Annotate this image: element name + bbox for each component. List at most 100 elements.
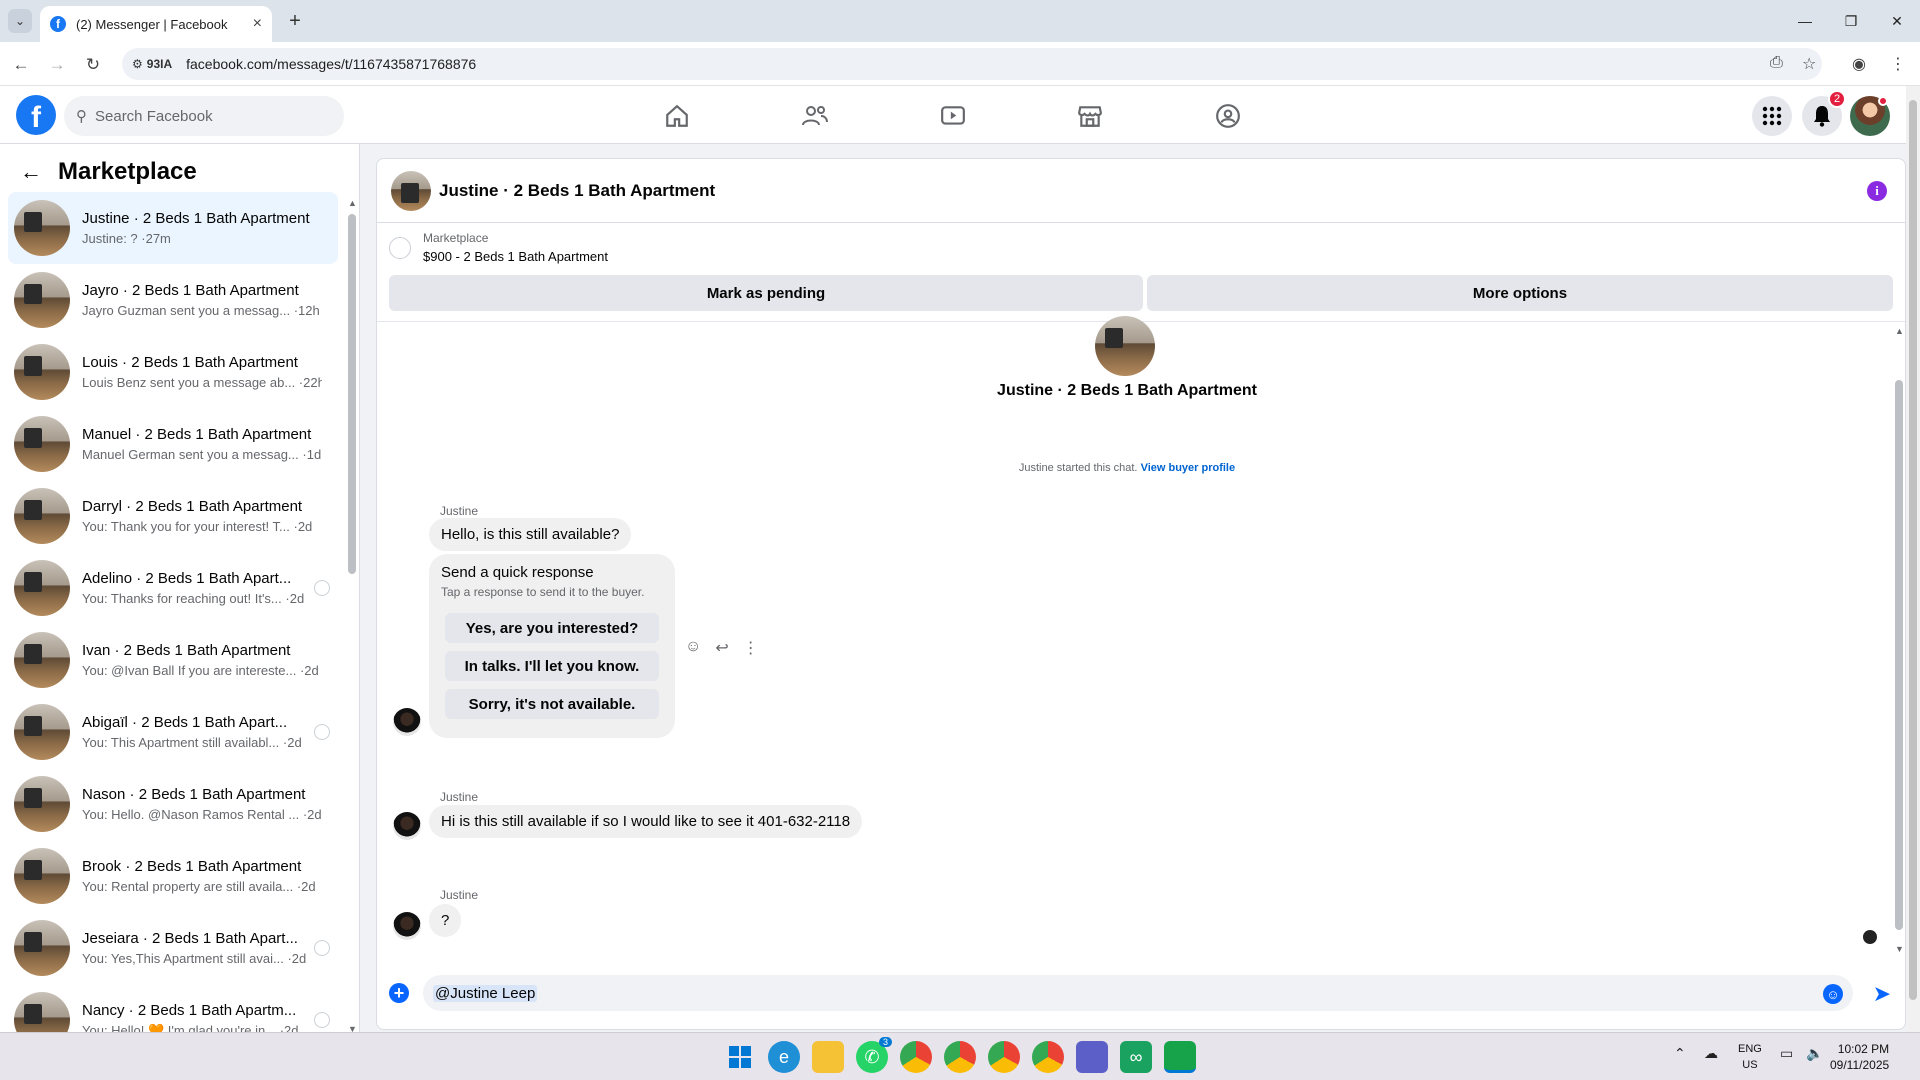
more-actions-icon[interactable]: ⋮	[743, 638, 759, 658]
scroll-up-icon[interactable]: ▲	[1895, 326, 1904, 336]
volume-icon[interactable]: 🔈	[1806, 1045, 1823, 1062]
conversation-item[interactable]: Ivan · 2 Beds 1 Bath Apartment You: @Ivan…	[8, 624, 338, 696]
page-scrollbar-thumb[interactable]	[1909, 100, 1917, 1000]
mention-tag[interactable]: @Justine Leep	[433, 984, 538, 1002]
message-bubble[interactable]: ?	[429, 904, 462, 937]
message-actions: ☺ ↩ ⋮	[685, 638, 759, 658]
omnibox[interactable]: ⚙ 93IA facebook.com/messages/t/1167435871…	[122, 48, 1822, 80]
marketplace-nav[interactable]	[1035, 94, 1145, 138]
browser-menu-icon[interactable]: ⋮	[1890, 54, 1906, 74]
facebook-search[interactable]: ⚲	[64, 96, 344, 136]
chat-header-thumbnail[interactable]	[391, 170, 431, 211]
search-input[interactable]	[95, 107, 295, 125]
sender-avatar[interactable]	[393, 912, 421, 940]
file-explorer-icon[interactable]	[812, 1041, 844, 1073]
conversation-item[interactable]: Adelino · 2 Beds 1 Bath Apart... You: Tha…	[8, 552, 338, 624]
new-tab-icon[interactable]: +	[282, 8, 308, 34]
tab-close-icon[interactable]: ×	[253, 15, 262, 33]
forward-icon[interactable]: →	[44, 52, 70, 78]
onedrive-icon[interactable]: ☁	[1704, 1045, 1718, 1062]
conversation-item[interactable]: Brook · 2 Beds 1 Bath Apartment You: Rent…	[8, 840, 338, 912]
listing-thumbnail	[14, 560, 70, 616]
left-scrollbar[interactable]: ▲ ▼	[348, 198, 357, 1032]
page-scrollbar[interactable]	[1906, 86, 1920, 1032]
scrollbar-thumb[interactable]	[348, 214, 356, 574]
scrollbar-thumb[interactable]	[1895, 380, 1903, 930]
conversation-item[interactable]: Manuel · 2 Beds 1 Bath Apartment Manuel G…	[8, 408, 338, 480]
conversation-item[interactable]: Nancy · 2 Beds 1 Bath Apartm... You: Hell…	[8, 984, 338, 1032]
mark-as-pending-button[interactable]: Mark as pending	[389, 275, 1143, 311]
sender-avatar[interactable]	[393, 708, 421, 736]
bookmark-star-icon[interactable]: ☆	[1802, 54, 1816, 74]
conversation-item[interactable]: Louis · 2 Beds 1 Bath Apartment Louis Ben…	[8, 336, 338, 408]
conversation-item[interactable]: Jayro · 2 Beds 1 Bath Apartment Jayro Guz…	[8, 264, 338, 336]
chat-scrollbar[interactable]: ▲ ▼	[1895, 326, 1904, 954]
message-bubble[interactable]: Hello, is this still available?	[429, 518, 632, 551]
install-app-icon[interactable]: ⎙	[1770, 54, 1783, 72]
friends-nav[interactable]	[760, 94, 870, 138]
language-indicator[interactable]: ENG US	[1738, 1041, 1762, 1073]
reload-icon[interactable]: ↻	[80, 52, 106, 78]
view-buyer-profile-link[interactable]: View buyer profile	[1141, 462, 1236, 474]
scroll-down-icon[interactable]: ▼	[1895, 944, 1904, 954]
edge-icon[interactable]: e	[768, 1041, 800, 1073]
emoji-icon[interactable]: ☺	[1823, 984, 1843, 1004]
home-nav[interactable]	[622, 94, 732, 138]
tray-chevron-icon[interactable]: ⌃	[1674, 1045, 1686, 1062]
glasses-app-icon[interactable]: ∞	[1120, 1041, 1152, 1073]
conversation-item[interactable]: Justine · 2 Beds 1 Bath Apartment Justine…	[8, 192, 338, 264]
browser-tab[interactable]: f (2) Messenger | Facebook ×	[40, 6, 272, 42]
app-icon[interactable]	[1076, 1041, 1108, 1073]
message-bubble[interactable]: Hi is this still available if so I would…	[429, 805, 863, 838]
left-panel-title: Marketplace	[58, 158, 197, 185]
conversation-name: Justine · 2 Beds 1 Bath Apartment	[82, 210, 310, 227]
conversation-item[interactable]: Darryl · 2 Beds 1 Bath Apartment You: Tha…	[8, 480, 338, 552]
conversation-item[interactable]: Abigaïl · 2 Beds 1 Bath Apart... You: Thi…	[8, 696, 338, 768]
video-nav[interactable]	[898, 94, 1008, 138]
message-input[interactable]: @Justine Leep ☺	[423, 975, 1853, 1011]
facebook-logo-icon[interactable]: f	[16, 95, 56, 135]
whatsapp-icon[interactable]: ✆ 3	[856, 1037, 892, 1073]
quick-response-in-talks-button[interactable]: In talks. I'll let you know.	[445, 651, 659, 681]
profile-icon[interactable]: ◉	[1852, 54, 1866, 74]
more-options-button[interactable]: More options	[1147, 275, 1893, 311]
minimize-icon[interactable]: —	[1782, 8, 1828, 34]
reply-icon[interactable]: ↩	[715, 638, 728, 658]
groups-nav[interactable]	[1173, 94, 1283, 138]
unread-circle-icon	[314, 580, 330, 596]
site-info-chip[interactable]: ⚙ 93IA	[132, 57, 172, 71]
conversation-item[interactable]: Nason · 2 Beds 1 Bath Apartment You: Hell…	[8, 768, 338, 840]
sender-avatar[interactable]	[393, 812, 421, 840]
tab-search-icon[interactable]: ⌄	[8, 9, 32, 33]
network-icon[interactable]: ▭	[1780, 1045, 1793, 1062]
sheets-app-icon[interactable]	[1164, 1041, 1196, 1073]
scroll-down-icon[interactable]: ▼	[348, 1024, 357, 1032]
conversation-name: Jeseiara · 2 Beds 1 Bath Apart...	[82, 930, 298, 947]
chrome-profile-icon[interactable]	[944, 1041, 976, 1073]
clock[interactable]: 10:02 PM 09/11/2025	[1830, 1041, 1889, 1073]
plus-icon[interactable]: +	[389, 983, 409, 1003]
notifications-button[interactable]: 2	[1802, 90, 1846, 136]
react-emoji-icon[interactable]: ☺	[685, 638, 701, 658]
listing-price: $900 - 2 Beds 1 Bath Apartment	[423, 249, 609, 264]
quick-response-not-available-button[interactable]: Sorry, it's not available.	[445, 689, 659, 719]
info-icon[interactable]: i	[1867, 181, 1887, 201]
back-icon[interactable]: ←	[8, 52, 34, 78]
send-icon[interactable]: ➤	[1873, 981, 1891, 1007]
windows-start-icon[interactable]	[724, 1041, 756, 1073]
menu-grid-button[interactable]	[1752, 96, 1792, 136]
chrome-profile-2-icon[interactable]	[988, 1041, 1020, 1073]
windows-logo-icon	[729, 1046, 751, 1068]
chat-title[interactable]: Justine · 2 Beds 1 Bath Apartment	[439, 181, 715, 201]
conversation-item[interactable]: Jeseiara · 2 Beds 1 Bath Apart... You: Ye…	[8, 912, 338, 984]
whatsapp-badge: 3	[878, 1037, 892, 1047]
back-arrow-icon[interactable]: ←	[20, 159, 42, 185]
listing-summary[interactable]: Marketplace $900 - 2 Beds 1 Bath Apartme…	[389, 231, 608, 264]
scroll-up-icon[interactable]: ▲	[348, 198, 357, 208]
unread-circle-icon	[314, 940, 330, 956]
restore-icon[interactable]: ❐	[1828, 8, 1874, 34]
chrome-icon[interactable]	[900, 1041, 932, 1073]
quick-response-yes-button[interactable]: Yes, are you interested?	[445, 613, 659, 643]
chrome-profile-3-icon[interactable]	[1032, 1041, 1064, 1073]
close-window-icon[interactable]: ✕	[1874, 8, 1920, 34]
